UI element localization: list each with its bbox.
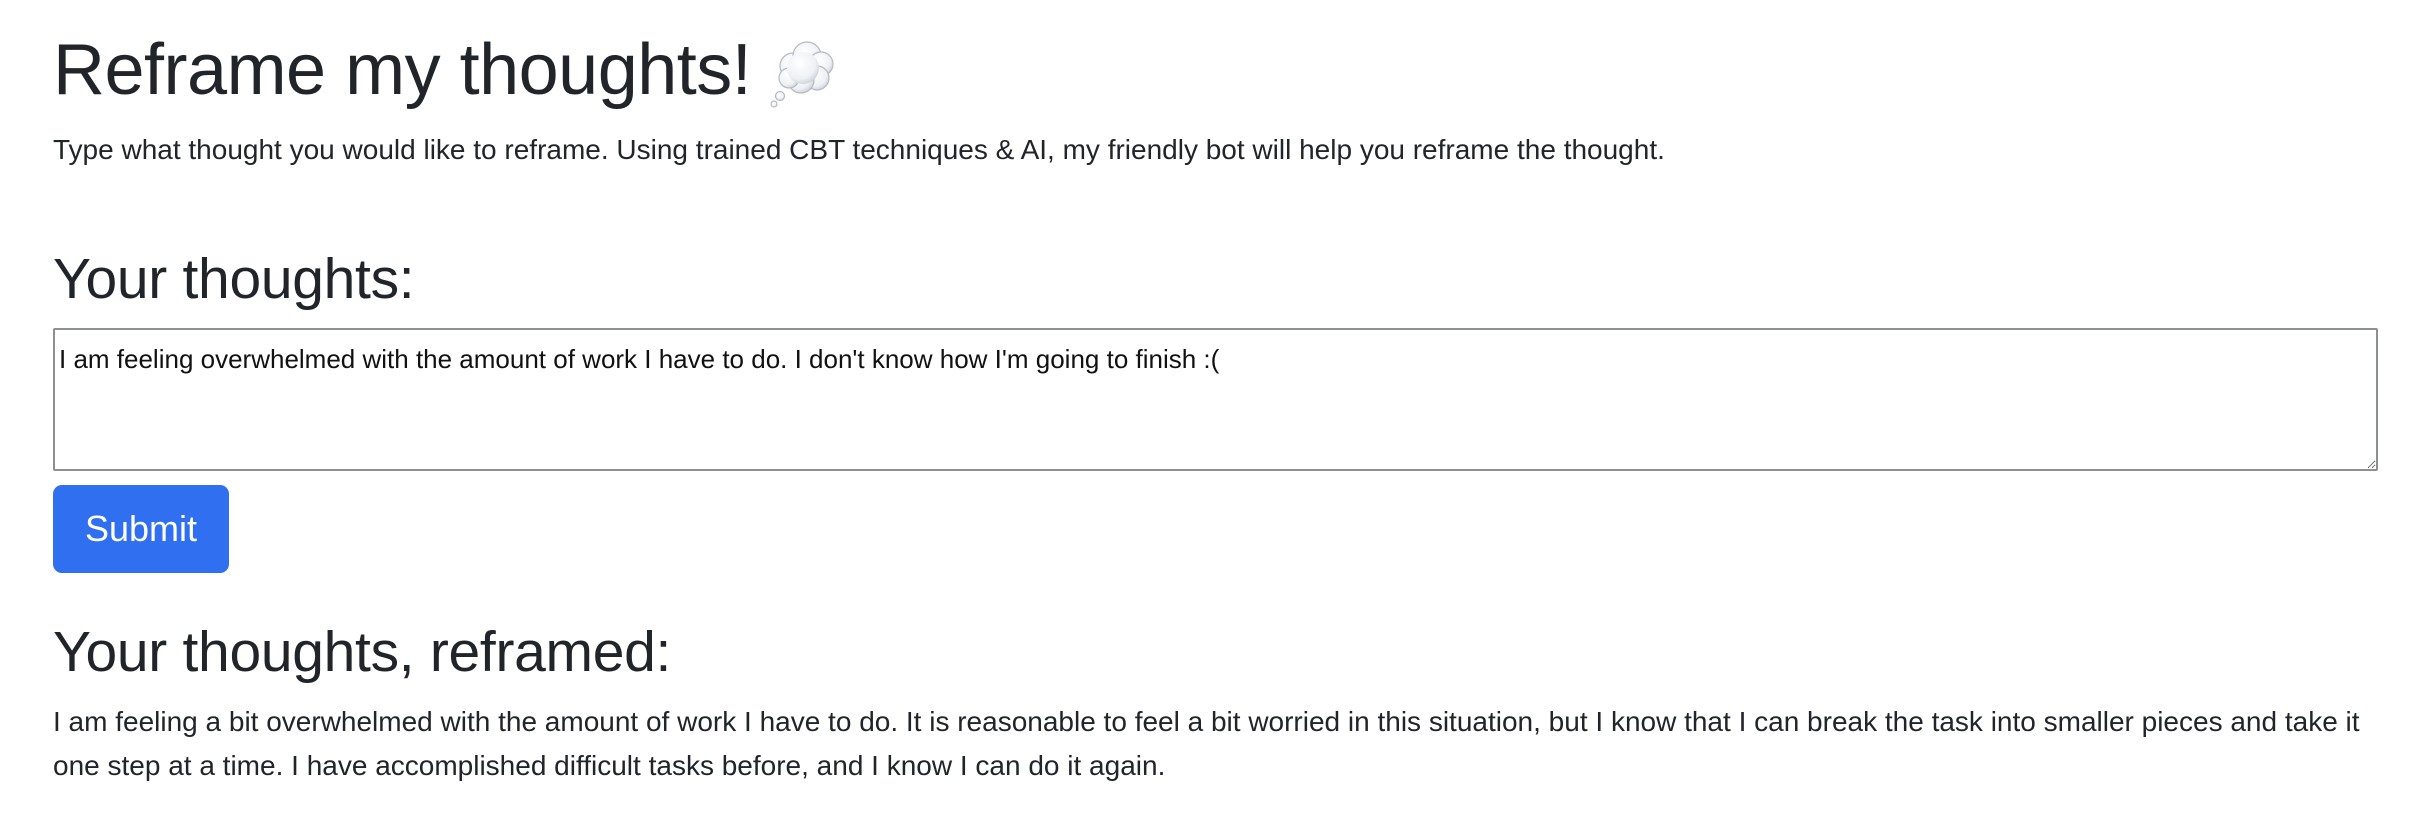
page-title-text: Reframe my thoughts! [53,30,752,110]
submit-button[interactable]: Submit [53,485,229,573]
reframed-heading: Your thoughts, reframed: [53,620,672,684]
page-title: Reframe my thoughts! [53,22,841,118]
page-description: Type what thought you would like to refr… [53,134,1665,165]
reframed-thought-text: I am feeling a bit overwhelmed with the … [53,706,2360,781]
thought-bubble-icon [769,36,841,108]
thought-textarea[interactable]: I am feeling overwhelmed with the amount… [53,328,2378,471]
page: Reframe my thoughts! Type what thought y… [0,0,2418,828]
thoughts-heading: Your thoughts: [53,247,415,311]
